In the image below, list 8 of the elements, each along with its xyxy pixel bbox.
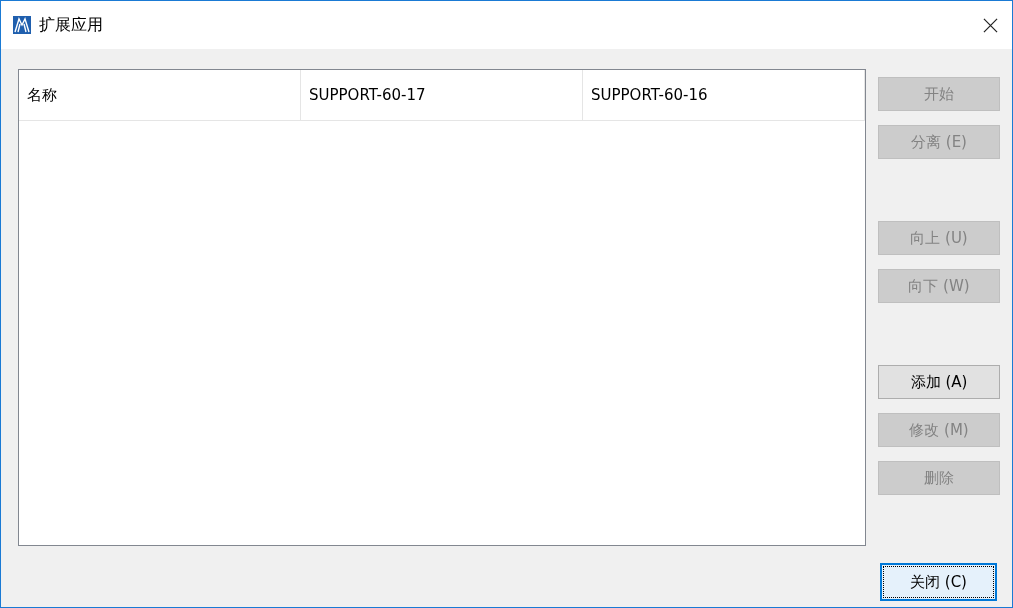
- window-title: 扩展应用: [39, 14, 104, 36]
- close-icon[interactable]: [983, 17, 998, 33]
- column-header[interactable]: SUPPORT-60-17: [301, 70, 583, 120]
- column-header[interactable]: SUPPORT-60-16: [583, 70, 865, 120]
- close-button[interactable]: 关闭 (C): [880, 563, 997, 601]
- action-button[interactable]: 添加 (A): [878, 365, 1000, 399]
- column-header[interactable]: 名称: [19, 70, 301, 120]
- app-logo-icon: [13, 16, 31, 34]
